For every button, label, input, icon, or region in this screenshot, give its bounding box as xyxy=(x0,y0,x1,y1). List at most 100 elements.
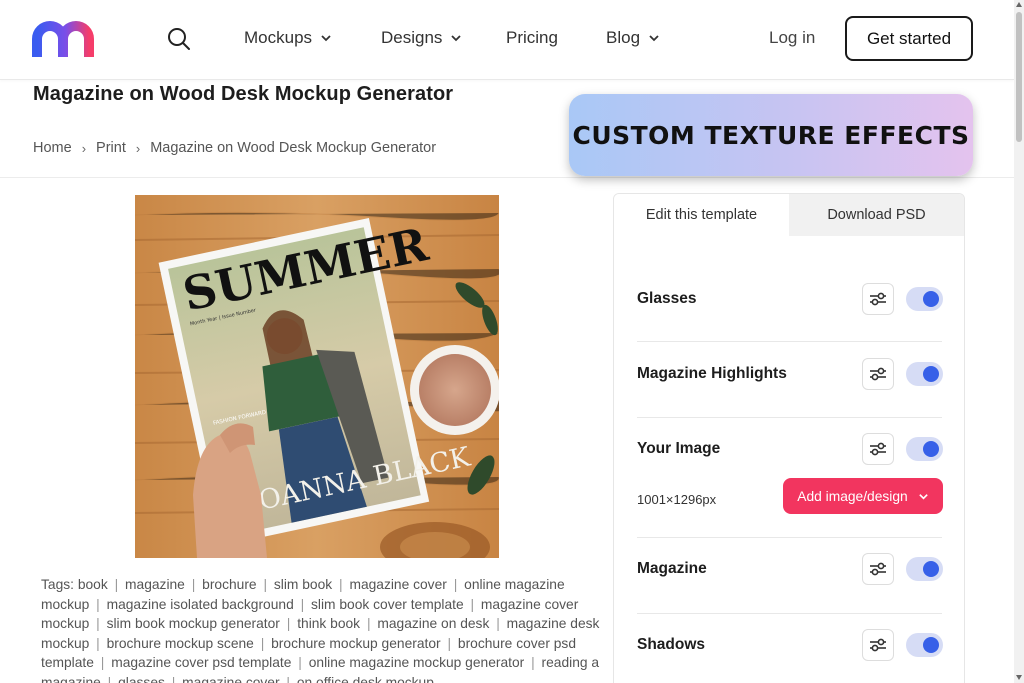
layer-toggle[interactable] xyxy=(906,557,943,581)
nav-pricing[interactable]: Pricing xyxy=(506,28,558,48)
tag-separator: | xyxy=(171,674,176,683)
nav-designs[interactable]: Designs xyxy=(381,28,462,48)
breadcrumb: Home › Print › Magazine on Wood Desk Moc… xyxy=(33,140,436,156)
breadcrumb-print[interactable]: Print xyxy=(96,140,126,156)
layer-glasses: Glasses xyxy=(637,256,943,342)
toggle-knob xyxy=(923,637,939,653)
tag-link[interactable]: brochure xyxy=(202,577,256,592)
tag-separator: | xyxy=(300,596,305,612)
scroll-thumb[interactable] xyxy=(1016,12,1022,142)
add-image-button[interactable]: Add image/design xyxy=(783,478,943,514)
get-started-button[interactable]: Get started xyxy=(845,16,973,61)
chevron-down-icon xyxy=(321,35,331,42)
nav-mockups[interactable]: Mockups xyxy=(244,28,332,48)
nav-blog-label: Blog xyxy=(606,28,641,47)
nav-designs-label: Designs xyxy=(381,28,443,47)
sliders-icon xyxy=(870,442,886,456)
layer-shadows: Shadows xyxy=(637,614,943,683)
page-title: Magazine on Wood Desk Mockup Generator xyxy=(33,83,454,105)
editor-tabs: Edit this template Download PSD xyxy=(614,194,964,236)
nav-blog[interactable]: Blog xyxy=(606,28,660,48)
tag-link[interactable]: slim book mockup generator xyxy=(107,616,280,631)
mockup-preview-image: SUMMER Month Year | Issue Number FASHION… xyxy=(135,195,499,558)
tag-separator: | xyxy=(286,616,291,631)
tag-separator: | xyxy=(496,616,500,631)
tag-link[interactable]: slim book cover template xyxy=(311,597,464,612)
search-icon[interactable] xyxy=(166,26,192,52)
tag-separator: | xyxy=(114,577,119,592)
layer-name: Your Image xyxy=(637,440,721,457)
tag-separator: | xyxy=(96,616,100,631)
layer-toggle[interactable] xyxy=(906,437,943,461)
chevron-down-icon xyxy=(451,35,462,42)
layer-magazine-highlights: Magazine Highlights xyxy=(637,342,943,418)
layer-toggle[interactable] xyxy=(906,362,943,386)
layer-toggle[interactable] xyxy=(906,287,943,311)
tag-link[interactable]: magazine cover psd template xyxy=(111,655,291,670)
tab-download-psd[interactable]: Download PSD xyxy=(789,194,964,236)
tag-link[interactable]: think book xyxy=(297,616,360,631)
tag-separator: | xyxy=(339,577,343,592)
add-image-label: Add image/design xyxy=(797,488,908,504)
toggle-knob xyxy=(923,441,939,457)
sliders-icon xyxy=(870,292,886,306)
scroll-up-arrow-icon[interactable] xyxy=(1016,2,1022,7)
editor-panel: Edit this template Download PSD Glasses … xyxy=(613,193,965,683)
tag-link[interactable]: magazine xyxy=(125,577,185,592)
scroll-down-arrow-icon[interactable] xyxy=(1016,675,1022,680)
tag-link[interactable]: slim book xyxy=(274,577,332,592)
page-scrollbar[interactable] xyxy=(1014,0,1024,683)
layer-settings-button[interactable] xyxy=(862,629,894,661)
layer-settings-button[interactable] xyxy=(862,433,894,465)
tag-separator: | xyxy=(470,596,475,612)
tag-link[interactable]: online magazine mockup generator xyxy=(309,655,525,670)
tags-list: Tags: book | magazine | brochure | slim … xyxy=(41,575,601,683)
nav-pricing-label: Pricing xyxy=(506,28,558,47)
section-divider xyxy=(0,177,1014,178)
tag-separator: | xyxy=(447,635,452,651)
tag-link[interactable]: brochure mockup scene xyxy=(107,636,254,651)
tag-separator: | xyxy=(107,674,112,683)
chevron-right-icon: › xyxy=(81,140,87,156)
breadcrumb-current: Magazine on Wood Desk Mockup Generator xyxy=(150,140,437,156)
site-header: Mockups Designs Pricing Blog Log in Get … xyxy=(0,0,1014,80)
tag-separator: | xyxy=(531,655,535,670)
layer-settings-button[interactable] xyxy=(862,358,894,390)
tag-link[interactable]: magazine isolated background xyxy=(107,597,294,612)
tags-label: Tags: xyxy=(41,577,74,592)
layer-name: Magazine xyxy=(637,560,707,577)
logo-icon[interactable] xyxy=(32,19,104,59)
layer-name: Glasses xyxy=(637,290,697,307)
promo-banner: CUSTOM TEXTURE EFFECTS xyxy=(569,94,973,176)
layer-toggle[interactable] xyxy=(906,633,943,657)
tag-separator: | xyxy=(286,674,291,683)
sliders-icon xyxy=(870,367,886,381)
layer-your-image: Your Image 1001×1296px Add image/design xyxy=(637,418,943,538)
toggle-knob xyxy=(923,366,939,382)
image-size-label: 1001×1296px xyxy=(637,492,717,507)
layer-settings-button[interactable] xyxy=(862,283,894,315)
chevron-down-icon xyxy=(918,493,928,500)
promo-text: CUSTOM TEXTURE EFFECTS xyxy=(572,120,970,150)
login-link[interactable]: Log in xyxy=(769,28,815,48)
tab-edit-template[interactable]: Edit this template xyxy=(614,194,789,236)
tag-separator: | xyxy=(191,577,196,592)
layer-settings-button[interactable] xyxy=(862,553,894,585)
tag-link[interactable]: magazine cover xyxy=(182,675,279,683)
tag-separator: | xyxy=(100,655,105,670)
tag-separator: | xyxy=(260,635,265,651)
tag-link[interactable]: book xyxy=(78,577,108,592)
tag-link[interactable]: on office desk mockup xyxy=(297,675,434,683)
tag-link[interactable]: magazine cover xyxy=(349,577,446,592)
tag-separator: | xyxy=(96,635,100,651)
nav-mockups-label: Mockups xyxy=(244,28,313,47)
tag-link[interactable]: brochure mockup generator xyxy=(271,636,441,651)
tag-separator: | xyxy=(453,577,458,592)
layer-magazine: Magazine xyxy=(637,538,943,614)
tag-link[interactable]: magazine on desk xyxy=(377,616,489,631)
tag-separator: | xyxy=(298,655,302,670)
breadcrumb-home[interactable]: Home xyxy=(33,140,72,156)
layer-name: Shadows xyxy=(637,636,706,653)
tag-link[interactable]: glasses xyxy=(118,675,165,683)
layer-name: Magazine Highlights xyxy=(637,365,787,382)
